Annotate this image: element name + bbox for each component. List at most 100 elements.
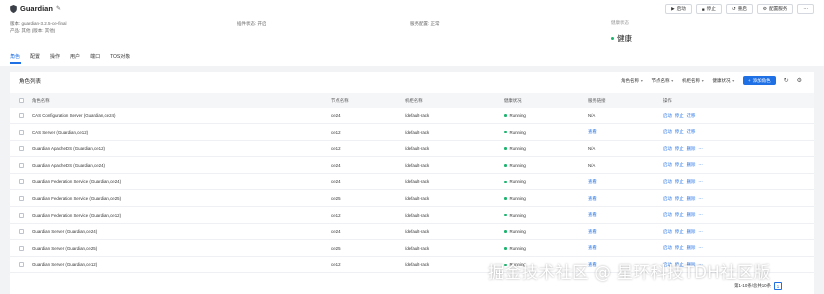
edit-icon[interactable]: ✎ xyxy=(56,5,61,12)
op-action[interactable]: 停止 xyxy=(675,212,684,218)
row-checkbox[interactable] xyxy=(19,208,24,223)
op-action[interactable]: 停止 xyxy=(675,179,684,185)
version-info: 版本: guardian-3.2.5-ce-final xyxy=(10,21,67,26)
service-link: N/A xyxy=(588,162,596,168)
stop-label: 停止 xyxy=(706,6,716,11)
table-row: Guardian Federation Service (Guardian,ce… xyxy=(10,191,814,207)
filter-2[interactable]: 机柜名称 ▼ xyxy=(682,78,704,84)
configure-button[interactable]: ⚙ 配置服务 xyxy=(756,4,794,14)
tab-3[interactable]: 用户 xyxy=(70,53,80,60)
add-role-label: 添加角色 xyxy=(752,77,771,83)
row-checkbox[interactable] xyxy=(19,174,24,189)
tab-2[interactable]: 操作 xyxy=(50,53,60,60)
service-link[interactable]: 查看 xyxy=(588,224,597,239)
op-action[interactable]: 删除 xyxy=(687,162,696,168)
refresh-icon[interactable]: ↻ xyxy=(784,77,789,84)
health-cell: Running xyxy=(504,141,526,156)
role-name: Guardian Federation Service (Guardian,ce… xyxy=(32,196,122,201)
tab-5[interactable]: TOS对象 xyxy=(110,53,130,60)
more-icon[interactable]: ⋯ xyxy=(698,245,702,251)
more-icon[interactable]: ⋯ xyxy=(698,212,702,218)
op-action[interactable]: 停止 xyxy=(675,196,684,202)
gear-icon[interactable]: ⚙ xyxy=(797,77,802,84)
restart-label: 重启 xyxy=(737,6,747,11)
op-action[interactable]: 迁移 xyxy=(687,129,696,135)
op-action[interactable]: 停止 xyxy=(675,162,684,168)
status-dot-icon xyxy=(504,147,507,150)
row-checkbox[interactable] xyxy=(19,191,24,206)
row-operations: 启动 停止 删除 ⋯ xyxy=(663,141,703,156)
op-action[interactable]: 启动 xyxy=(663,146,672,152)
more-icon[interactable]: ⋯ xyxy=(698,179,702,185)
row-checkbox[interactable] xyxy=(19,108,24,123)
service-link[interactable]: 查看 xyxy=(588,125,597,140)
filter-3[interactable]: 健康状况 ▼ xyxy=(712,78,734,84)
op-action[interactable]: 启动 xyxy=(663,162,672,168)
op-action[interactable]: 停止 xyxy=(675,229,684,235)
column-header: 服务链接 xyxy=(588,97,606,103)
select-all-checkbox[interactable] xyxy=(19,93,24,108)
row-checkbox[interactable] xyxy=(19,241,24,256)
tab-4[interactable]: 端口 xyxy=(90,53,100,60)
more-icon[interactable]: ⋯ xyxy=(698,162,702,168)
op-action[interactable]: 启动 xyxy=(663,212,672,218)
status-dot-icon xyxy=(504,230,507,233)
role-name: CAS Server (Guardian,ce12) xyxy=(32,129,89,135)
health-text: Running xyxy=(509,179,526,185)
row-checkbox[interactable] xyxy=(19,141,24,156)
add-role-button[interactable]: + 添加角色 xyxy=(742,76,776,85)
column-header: 操作 xyxy=(663,97,672,103)
restart-button[interactable]: ↺ 重启 xyxy=(725,4,753,14)
op-action[interactable]: 删除 xyxy=(687,212,696,218)
op-action[interactable]: 删除 xyxy=(687,245,696,251)
more-icon[interactable]: ⋯ xyxy=(698,229,702,235)
filter-label: 节点名称 xyxy=(651,77,670,83)
node-name: ce12 xyxy=(331,129,341,135)
row-checkbox[interactable] xyxy=(19,257,24,272)
row-checkbox[interactable] xyxy=(19,125,24,140)
op-action[interactable]: 删除 xyxy=(687,229,696,235)
node-name: ce24 xyxy=(331,113,341,118)
op-action[interactable]: 启动 xyxy=(663,129,672,135)
op-action[interactable]: 停止 xyxy=(675,129,684,135)
stop-button[interactable]: ■ 停止 xyxy=(695,4,722,14)
table-header: 角色名称 节点名称 机柜名称 健康状况 服务链接 操作 xyxy=(10,93,814,108)
service-actions: ▶ 启动 ■ 停止 ↺ 重启 ⚙ 配置服务 ⋯ xyxy=(665,4,814,14)
service-link[interactable]: 查看 xyxy=(588,191,597,206)
service-link[interactable]: 查看 xyxy=(588,241,597,256)
start-button[interactable]: ▶ 启动 xyxy=(665,4,692,14)
tab-1[interactable]: 配置 xyxy=(30,53,40,60)
service-link[interactable]: 查看 xyxy=(588,174,597,189)
row-checkbox[interactable] xyxy=(19,224,24,239)
filter-1[interactable]: 节点名称 ▼ xyxy=(652,78,674,84)
op-action[interactable]: 启动 xyxy=(663,113,672,119)
op-action[interactable]: 迁移 xyxy=(687,113,696,119)
rack-name: /default-rack xyxy=(405,196,430,201)
status-dot-icon xyxy=(504,213,507,217)
column-header: 节点名称 xyxy=(331,97,349,103)
row-checkbox[interactable] xyxy=(19,158,24,173)
tab-0[interactable]: 角色 xyxy=(10,53,20,60)
more-icon[interactable]: ⋯ xyxy=(698,146,702,152)
page-button[interactable]: 1 xyxy=(774,282,782,290)
op-action[interactable]: 删除 xyxy=(687,146,696,152)
op-action[interactable]: 启动 xyxy=(663,245,672,251)
op-action[interactable]: 启动 xyxy=(663,229,672,235)
op-action[interactable]: 删除 xyxy=(687,196,696,202)
chevron-down-icon: ▼ xyxy=(731,78,735,83)
plus-icon: + xyxy=(747,78,751,83)
op-action[interactable]: 启动 xyxy=(663,179,672,185)
row-operations: 启动 停止 删除 ⋯ xyxy=(663,208,703,223)
op-action[interactable]: 启动 xyxy=(663,196,672,202)
op-action[interactable]: 删除 xyxy=(687,179,696,185)
op-action[interactable]: 停止 xyxy=(675,146,684,152)
rack-name: /default-rack xyxy=(405,162,430,168)
more-icon[interactable]: ⋯ xyxy=(698,196,702,202)
more-button[interactable]: ⋯ xyxy=(797,4,814,14)
column-header: 机柜名称 xyxy=(405,97,423,103)
filter-0[interactable]: 角色名称 ▼ xyxy=(621,78,643,84)
service-link[interactable]: 查看 xyxy=(588,208,597,223)
op-action[interactable]: 停止 xyxy=(675,245,684,251)
health-label: 健康状态 xyxy=(611,20,629,25)
op-action[interactable]: 停止 xyxy=(675,113,684,119)
